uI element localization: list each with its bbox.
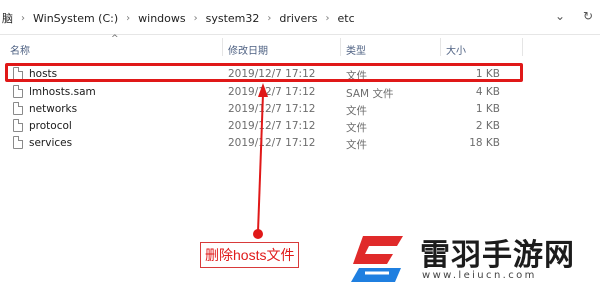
watermark-url: www.leiucn.com [422,270,537,281]
annotation-label: 删除hosts文件 [200,242,300,268]
watermark-name: 雷羽手游网 [420,238,575,273]
logo-mark [351,236,403,282]
